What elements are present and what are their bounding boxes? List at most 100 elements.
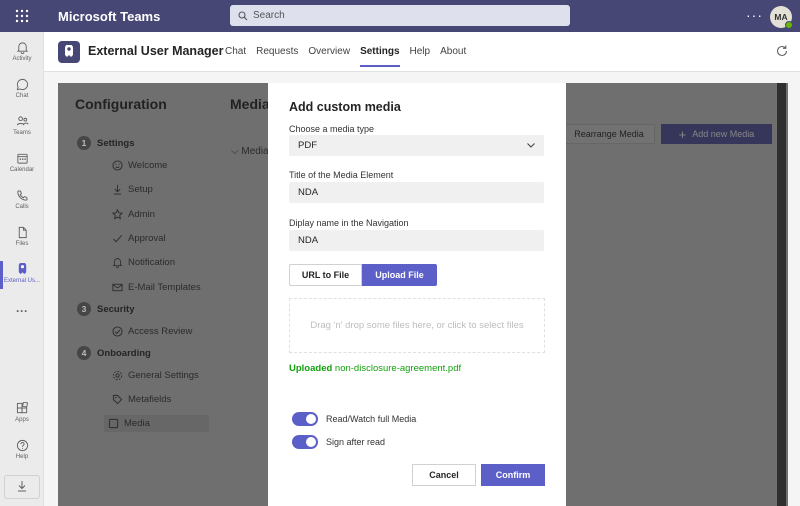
check-circle-icon <box>112 326 123 337</box>
step-security[interactable]: 3 Security <box>77 302 135 316</box>
read-watch-toggle[interactable]: Read/Watch full Media <box>292 412 416 426</box>
nav-admin[interactable]: Admin <box>112 209 155 220</box>
sign-after-read-toggle[interactable]: Sign after read <box>292 435 385 449</box>
rail-label: Files <box>15 241 29 247</box>
rail-label: Apps <box>15 417 29 423</box>
media-row[interactable]: ⌵ Media <box>231 146 269 157</box>
configuration-title: Configuration <box>75 96 167 112</box>
phone-icon <box>16 190 28 201</box>
nav-name-input[interactable]: NDA <box>289 230 544 251</box>
calendar-icon <box>16 153 28 164</box>
nav-setup[interactable]: Setup <box>112 184 153 195</box>
rail-apps[interactable]: Apps <box>0 402 44 423</box>
tab-overview[interactable]: Overview <box>308 46 350 57</box>
download-arrow-icon <box>113 184 122 195</box>
external-user-icon <box>18 263 26 275</box>
toggle-switch[interactable] <box>292 435 318 449</box>
app-tabs: Chat Requests Overview Settings Help Abo… <box>225 46 476 67</box>
rail-files[interactable]: Files <box>0 226 44 247</box>
avatar[interactable]: MA <box>770 6 793 29</box>
help-icon <box>16 439 28 452</box>
more-options-icon[interactable]: ··· <box>746 7 763 23</box>
media-type-select[interactable]: PDF <box>289 135 544 156</box>
tag-icon <box>112 394 123 405</box>
presence-icon <box>785 21 793 29</box>
refresh-icon[interactable] <box>775 44 789 58</box>
scrollbar[interactable] <box>777 83 786 506</box>
step-onboarding[interactable]: 4 Onboarding <box>77 346 151 360</box>
rearrange-media-button[interactable]: Rearrange Media <box>563 124 655 144</box>
rail-label: Help <box>15 454 29 460</box>
chevron-down-icon <box>527 143 535 148</box>
file-dropzone[interactable]: Drag 'n' drop some files here, or click … <box>289 298 545 353</box>
checkmark-icon <box>113 234 122 243</box>
more-apps-icon[interactable]: ··· <box>0 304 44 318</box>
rail-external-user-manager[interactable]: External Us... <box>0 261 44 289</box>
app-logo-icon <box>58 41 80 63</box>
gear-icon <box>112 370 123 381</box>
toggle-switch[interactable] <box>292 412 318 426</box>
teams-icon <box>16 116 29 126</box>
nav-welcome[interactable]: Welcome <box>112 160 167 171</box>
add-custom-media-dialog: Add custom media Choose a media type PDF… <box>268 83 566 506</box>
star-icon <box>112 209 123 220</box>
app-title: External User Manager <box>88 44 224 58</box>
download-icon <box>18 481 26 492</box>
rail-chat[interactable]: Chat <box>0 78 44 99</box>
download-button[interactable] <box>4 475 40 499</box>
url-to-file-button[interactable]: URL to File <box>289 264 362 286</box>
app-name: Microsoft Teams <box>58 8 161 24</box>
rail-activity[interactable]: Activity <box>0 41 44 62</box>
nav-approval[interactable]: Approval <box>112 233 166 244</box>
rail-label: Teams <box>13 130 31 136</box>
nav-media[interactable]: Media <box>104 415 209 432</box>
rail-label: Activity <box>12 56 32 62</box>
plus-icon: + <box>678 126 687 142</box>
uploaded-filename: non-disclosure-agreement.pdf <box>334 363 462 374</box>
avatar-initials: MA <box>774 12 788 22</box>
file-icon <box>18 226 27 239</box>
app-header: External User Manager Chat Requests Over… <box>44 32 800 72</box>
tab-chat[interactable]: Chat <box>225 46 246 57</box>
media-icon <box>108 418 119 429</box>
mail-icon <box>112 283 123 292</box>
dialog-title: Add custom media <box>289 100 401 114</box>
upload-status: Uploaded non-disclosure-agreement.pdf <box>289 363 462 374</box>
add-new-media-button[interactable]: + Add new Media <box>661 124 772 144</box>
nav-name-label: Diplay name in the Navigation <box>289 218 409 228</box>
nav-notification[interactable]: Notification <box>112 257 175 268</box>
rail-teams[interactable]: Teams <box>0 115 44 136</box>
media-title: Media <box>230 96 270 112</box>
left-rail: Activity Chat Teams Calendar Calls Files… <box>0 32 44 506</box>
step-settings[interactable]: 1 Settings <box>77 136 134 150</box>
nav-access-review[interactable]: Access Review <box>112 326 192 337</box>
media-type-label: Choose a media type <box>289 124 375 134</box>
bell-icon <box>112 258 123 268</box>
rail-label: External Us... <box>3 278 40 284</box>
nav-general-settings[interactable]: General Settings <box>112 370 199 381</box>
search-icon <box>238 10 248 20</box>
app-launcher-icon[interactable] <box>0 0 44 32</box>
tab-help[interactable]: Help <box>410 46 431 57</box>
rail-calls[interactable]: Calls <box>0 189 44 210</box>
media-title-label: Title of the Media Element <box>289 170 394 180</box>
smile-icon <box>112 160 123 171</box>
rail-label: Chat <box>15 93 29 99</box>
confirm-button[interactable]: Confirm <box>481 464 545 486</box>
tab-about[interactable]: About <box>440 46 466 57</box>
tab-settings[interactable]: Settings <box>360 46 400 67</box>
search-placeholder: Search <box>253 10 285 21</box>
tab-requests[interactable]: Requests <box>256 46 298 57</box>
upload-file-button[interactable]: Upload File <box>362 264 437 286</box>
rail-calendar[interactable]: Calendar <box>0 152 44 173</box>
rail-help[interactable]: Help <box>0 439 44 460</box>
nav-metafields[interactable]: Metafields <box>112 394 171 405</box>
search-input[interactable]: Search <box>230 5 570 26</box>
media-title-input[interactable]: NDA <box>289 182 544 203</box>
rail-label: Calendar <box>9 167 35 173</box>
chevron-down-icon: ⌵ <box>231 146 239 157</box>
cancel-button[interactable]: Cancel <box>412 464 476 486</box>
rail-label: Calls <box>15 204 29 210</box>
source-toggle: URL to File Upload File <box>289 264 437 286</box>
nav-email-templates[interactable]: E-Mail Templates <box>112 282 201 293</box>
